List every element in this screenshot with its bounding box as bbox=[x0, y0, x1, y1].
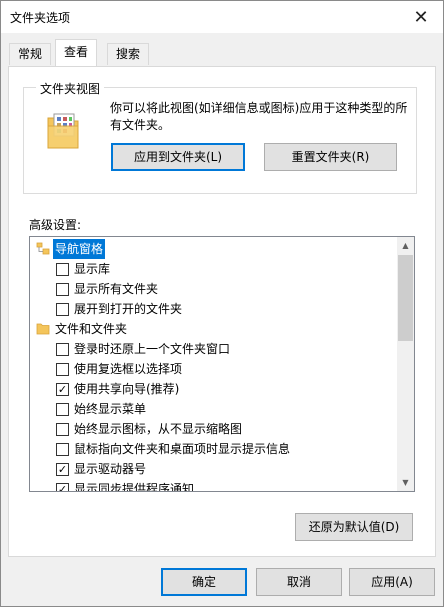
checkbox[interactable] bbox=[56, 363, 69, 376]
folder-options-dialog: 文件夹选项 ✕ 常规 查看 搜索 文件夹视图 你可以将此视图(如详细信息或图标)… bbox=[0, 0, 444, 607]
checkbox[interactable] bbox=[56, 423, 69, 436]
list-item-label: 使用复选框以选择项 bbox=[74, 362, 183, 376]
checkbox[interactable] bbox=[56, 343, 69, 356]
list-item[interactable]: 显示所有文件夹 bbox=[30, 279, 390, 299]
category-label: 文件和文件夹 bbox=[55, 322, 128, 336]
tab-general[interactable]: 常规 bbox=[9, 43, 52, 65]
category-label: 导航窗格 bbox=[53, 239, 106, 259]
list-item-label: 始终显示菜单 bbox=[74, 402, 147, 416]
apply-button[interactable]: 应用(A) bbox=[349, 568, 435, 596]
folder-view-title: 文件夹视图 bbox=[36, 80, 105, 97]
apply-to-folders-button[interactable]: 应用到文件夹(L) bbox=[111, 143, 245, 171]
tab-view[interactable]: 查看 bbox=[55, 39, 98, 66]
list-item-label: 使用共享向导(推荐) bbox=[74, 382, 180, 396]
list-item-label: 鼠标指向文件夹和桌面项时显示提示信息 bbox=[74, 442, 291, 456]
category-navigation-pane[interactable]: 导航窗格 bbox=[30, 239, 390, 259]
advanced-settings-items: 导航窗格 显示库 显示所有文件夹 展开到打开的文件夹 文件和文件夹 登录时还原上… bbox=[30, 237, 398, 491]
list-item[interactable]: ✓ 显示同步提供程序通知 bbox=[30, 479, 390, 491]
reset-folders-button[interactable]: 重置文件夹(R) bbox=[264, 143, 397, 171]
list-item-label: 登录时还原上一个文件夹窗口 bbox=[74, 342, 231, 356]
folder-icon bbox=[36, 323, 50, 335]
list-item[interactable]: 鼠标指向文件夹和桌面项时显示提示信息 bbox=[30, 439, 390, 459]
cancel-button[interactable]: 取消 bbox=[256, 568, 342, 596]
tab-strip: 常规 查看 搜索 bbox=[1, 39, 443, 67]
category-files-and-folders[interactable]: 文件和文件夹 bbox=[30, 319, 390, 339]
advanced-settings-list[interactable]: 导航窗格 显示库 显示所有文件夹 展开到打开的文件夹 文件和文件夹 登录时还原上… bbox=[29, 236, 415, 492]
list-item[interactable]: 始终显示菜单 bbox=[30, 399, 390, 419]
folder-view-description: 你可以将此视图(如详细信息或图标)应用于这种类型的所有文件夹。 bbox=[110, 101, 408, 132]
scroll-thumb[interactable] bbox=[398, 255, 413, 341]
restore-defaults-button[interactable]: 还原为默认值(D) bbox=[295, 513, 413, 541]
list-item[interactable]: 显示库 bbox=[30, 259, 390, 279]
checkbox[interactable] bbox=[56, 283, 69, 296]
list-item-label: 显示所有文件夹 bbox=[74, 282, 159, 296]
list-item[interactable]: 展开到打开的文件夹 bbox=[30, 299, 390, 319]
folder-view-group: 文件夹视图 你可以将此视图(如详细信息或图标)应用于这种类型的所有文件夹。 bbox=[23, 80, 417, 194]
list-item-label: 显示库 bbox=[74, 262, 111, 276]
checkbox[interactable] bbox=[56, 403, 69, 416]
list-item-label: 显示同步提供程序通知 bbox=[74, 482, 195, 491]
title-bar: 文件夹选项 ✕ bbox=[1, 1, 443, 33]
checkbox[interactable] bbox=[56, 303, 69, 316]
checkbox-checked[interactable]: ✓ bbox=[56, 383, 69, 396]
ok-button[interactable]: 确定 bbox=[161, 568, 247, 596]
folder-view-icon bbox=[47, 113, 79, 149]
window-title: 文件夹选项 bbox=[10, 11, 71, 25]
list-item[interactable]: ✓ 显示驱动器号 bbox=[30, 459, 390, 479]
checkbox-checked[interactable]: ✓ bbox=[56, 483, 69, 491]
list-item-label: 始终显示图标，从不显示缩略图 bbox=[74, 422, 243, 436]
close-button[interactable]: ✕ bbox=[399, 1, 443, 33]
scroll-up-icon[interactable]: ▲ bbox=[397, 237, 414, 254]
list-item[interactable]: 始终显示图标，从不显示缩略图 bbox=[30, 419, 390, 439]
checkbox[interactable] bbox=[56, 443, 69, 456]
list-item-label: 展开到打开的文件夹 bbox=[74, 302, 183, 316]
list-item-label: 显示驱动器号 bbox=[74, 462, 147, 476]
folder-tree-icon bbox=[36, 242, 50, 255]
close-icon: ✕ bbox=[413, 6, 429, 28]
scroll-down-icon[interactable]: ▼ bbox=[397, 474, 414, 491]
advanced-settings-label: 高级设置: bbox=[29, 218, 82, 232]
checkbox[interactable] bbox=[56, 263, 69, 276]
list-item[interactable]: 使用复选框以选择项 bbox=[30, 359, 390, 379]
list-item[interactable]: ✓ 使用共享向导(推荐) bbox=[30, 379, 390, 399]
vertical-scrollbar[interactable]: ▲ ▼ bbox=[397, 237, 414, 491]
list-item[interactable]: 登录时还原上一个文件夹窗口 bbox=[30, 339, 390, 359]
tab-search[interactable]: 搜索 bbox=[107, 43, 150, 65]
checkbox-checked[interactable]: ✓ bbox=[56, 463, 69, 476]
